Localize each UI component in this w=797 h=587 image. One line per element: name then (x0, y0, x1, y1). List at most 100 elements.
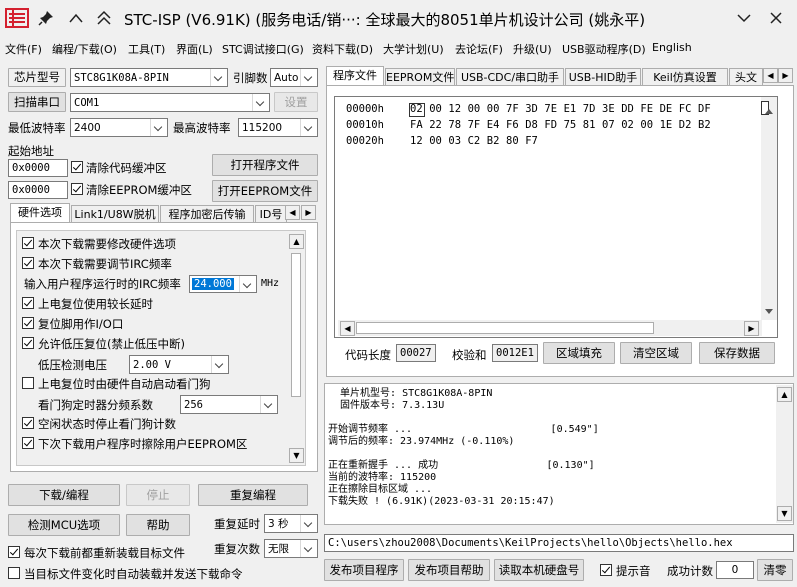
stop-button[interactable]: 停止 (126, 484, 190, 506)
clear-region-button[interactable]: 清空区域 (620, 342, 692, 364)
hex-byte[interactable]: 00 (429, 135, 442, 147)
hex-byte[interactable]: 02 (410, 103, 423, 115)
chevron-down-icon[interactable] (210, 69, 227, 86)
chip-type-select[interactable]: STC8G1K08A-8PIN (70, 68, 228, 87)
clear-code-buffer-checkbox[interactable] (71, 161, 83, 173)
hex-byte[interactable]: 12 (448, 103, 461, 115)
tab-scroll-left-icon[interactable]: ◀ (285, 205, 300, 220)
hex-horizontal-scrollbar[interactable]: ◀ ▶ (338, 320, 762, 336)
read-disk-id-button[interactable]: 读取本机硬盘号 (494, 559, 584, 581)
tab-scroll-left-icon[interactable]: ◀ (763, 68, 778, 83)
open-eeprom-file-button[interactable]: 打开EEPROM文件 (212, 180, 318, 202)
idle-stop-watchdog-checkbox[interactable] (22, 417, 34, 429)
hex-byte[interactable]: D8 (525, 119, 538, 131)
scroll-down-icon[interactable]: ▼ (289, 448, 304, 463)
hex-byte[interactable]: DE (660, 103, 673, 115)
tab-id[interactable]: ID号 (255, 205, 287, 223)
start-address-eeprom-input[interactable]: 0x0000 (8, 181, 68, 199)
chevron-down-icon[interactable] (300, 540, 317, 557)
chevron-down-icon[interactable] (736, 11, 752, 25)
hex-byte[interactable]: E4 (487, 119, 500, 131)
hex-byte[interactable]: 78 (448, 119, 461, 131)
menu-english[interactable]: English (652, 41, 692, 54)
repeat-count-select[interactable]: 无限 (264, 539, 318, 558)
chevron-down-icon[interactable] (239, 276, 256, 292)
auto-send-checkbox[interactable] (8, 567, 20, 579)
save-data-button[interactable]: 保存数据 (699, 342, 775, 364)
adjust-irc-checkbox[interactable] (22, 257, 34, 269)
beep-checkbox[interactable] (600, 564, 612, 576)
tab-eeprom-file[interactable]: EEPROM文件 (385, 68, 455, 86)
hex-vertical-scrollbar[interactable] (761, 97, 777, 320)
scroll-up-icon[interactable]: ▲ (777, 387, 792, 402)
reset-pin-io-checkbox[interactable] (22, 317, 34, 329)
menu-forum[interactable]: 去论坛(F) (455, 41, 503, 57)
hex-byte[interactable]: DF (698, 103, 711, 115)
port-select[interactable]: COM1 (70, 93, 270, 112)
chevron-down-icon[interactable] (300, 119, 317, 136)
hex-byte[interactable]: F7 (525, 135, 538, 147)
chevron-down-icon[interactable] (300, 515, 317, 532)
hex-byte[interactable]: 80 (506, 135, 519, 147)
hex-byte[interactable]: 00 (429, 103, 442, 115)
hex-byte[interactable]: 3D (525, 103, 538, 115)
hex-byte[interactable]: 7D (583, 103, 596, 115)
hex-byte[interactable]: D2 (679, 119, 692, 131)
open-program-file-button[interactable]: 打开程序文件 (212, 154, 318, 176)
tab-encrypted-transfer[interactable]: 程序加密后传输 (160, 205, 254, 223)
scroll-thumb[interactable] (356, 322, 654, 334)
scroll-down-icon[interactable]: ▼ (777, 506, 792, 521)
modify-hw-options-checkbox[interactable] (22, 237, 34, 249)
hex-byte[interactable]: FE (640, 103, 653, 115)
hex-byte[interactable]: 75 (564, 119, 577, 131)
scan-port-button[interactable]: 扫描串口 (8, 92, 66, 112)
menu-ui[interactable]: 界面(L) (176, 41, 213, 57)
pin-count-select[interactable]: Auto (270, 68, 318, 87)
hex-byte[interactable]: 81 (583, 119, 596, 131)
detect-mcu-button[interactable]: 检测MCU选项 (8, 514, 120, 536)
hex-byte[interactable]: 22 (429, 119, 442, 131)
tab-header-file[interactable]: 头文 (729, 68, 763, 86)
download-program-button[interactable]: 下载/编程 (8, 484, 120, 506)
hex-byte[interactable]: 1E (660, 119, 673, 131)
menu-file[interactable]: 文件(F) (5, 41, 42, 57)
tab-hardware-options[interactable]: 硬件选项 (10, 203, 70, 223)
publish-help-button[interactable]: 发布项目帮助 (408, 559, 490, 581)
min-baud-select[interactable]: 2400 (70, 118, 168, 137)
hex-byte[interactable]: 00 (487, 103, 500, 115)
tab-usb-hid[interactable]: USB-HID助手 (565, 68, 641, 86)
low-voltage-level-select[interactable]: 2.00 V (129, 355, 229, 374)
pin-icon[interactable] (38, 10, 54, 26)
scroll-right-icon[interactable]: ▶ (744, 321, 759, 336)
hex-byte[interactable]: DD (621, 103, 634, 115)
scroll-up-icon[interactable]: ▲ (289, 234, 304, 249)
publish-project-button[interactable]: 发布项目程序 (324, 559, 404, 581)
menu-usb-driver[interactable]: USB驱动程序(D) (562, 41, 646, 57)
hex-byte[interactable]: FA (410, 119, 423, 131)
hex-byte[interactable]: B2 (698, 119, 711, 131)
hex-byte[interactable]: 3E (602, 103, 615, 115)
hex-byte[interactable]: F6 (506, 119, 519, 131)
scroll-thumb[interactable] (291, 253, 301, 397)
menu-download[interactable]: 资料下载(D) (312, 41, 373, 57)
hex-byte[interactable]: 7F (468, 119, 481, 131)
tab-scroll-right-icon[interactable]: ▶ (301, 205, 316, 220)
tab-scroll-right-icon[interactable]: ▶ (778, 68, 793, 83)
erase-eeprom-checkbox[interactable] (22, 437, 34, 449)
hex-byte[interactable]: B2 (487, 135, 500, 147)
log-output[interactable]: 单片机型号: STC8G1K08A-8PIN 固件版本号: 7.3.13U 开始… (324, 383, 794, 525)
fill-region-button[interactable]: 区域填充 (543, 342, 615, 364)
menu-program[interactable]: 编程/下载(O) (52, 41, 117, 57)
start-address-code-input[interactable]: 0x0000 (8, 159, 68, 177)
clear-eeprom-buffer-checkbox[interactable] (71, 183, 83, 195)
chevron-down-icon[interactable] (300, 69, 317, 86)
hex-byte[interactable]: FC (679, 103, 692, 115)
double-chevron-up-icon[interactable] (96, 9, 112, 27)
long-reset-delay-checkbox[interactable] (22, 297, 34, 309)
menu-debug[interactable]: STC调试接口(G) (222, 41, 304, 57)
title-bar[interactable]: STC-ISP (V6.91K) (服务电话/销···: 全球最大的8051单片… (0, 0, 797, 36)
repeat-program-button[interactable]: 重复编程 (198, 484, 308, 506)
menu-university[interactable]: 大学计划(U) (383, 41, 444, 57)
low-voltage-reset-checkbox[interactable] (22, 337, 34, 349)
hex-byte[interactable]: E1 (564, 103, 577, 115)
